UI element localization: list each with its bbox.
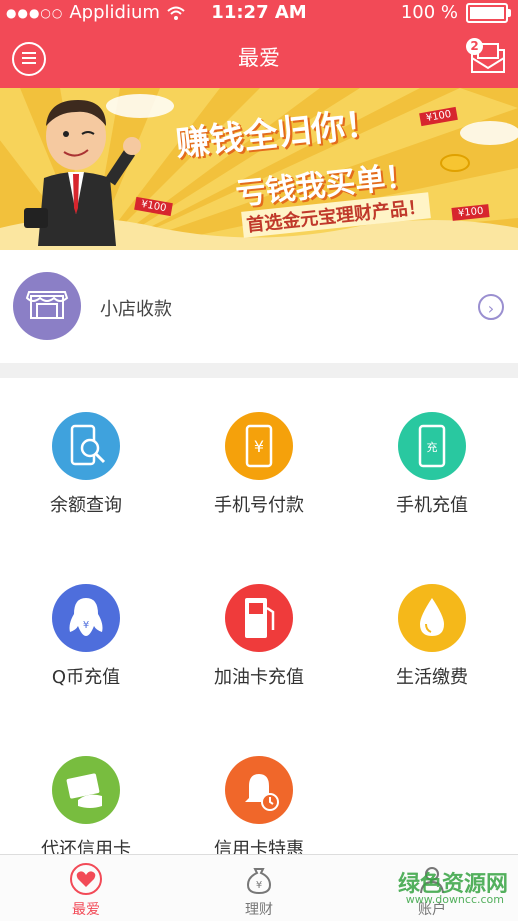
svg-text:¥: ¥ (83, 620, 89, 631)
storefront-icon (25, 291, 69, 319)
chevron-right-icon[interactable]: › (478, 294, 504, 320)
status-bar: ●●●○○ Applidium 11:27 AM 100 % (0, 0, 518, 26)
gold-coins-icon (440, 154, 470, 172)
service-label: 余额查询 (50, 495, 122, 516)
fuel-pump-icon (225, 584, 293, 652)
service-phone-topup[interactable]: 充 手机充值 (346, 378, 518, 550)
service-label: Q币充值 (51, 667, 121, 688)
nav-bar: 最爱 2 (0, 30, 518, 88)
tab-label: 理财 (245, 902, 273, 918)
service-utility-bills[interactable]: 生活缴费 (346, 550, 518, 722)
tab-label: 最爱 (72, 902, 100, 918)
services-grid: 余额查询 ¥ 手机号付款 充 手机充值 ¥ Q币充值 加油卡充值 生活缴费 代还… (0, 378, 518, 860)
water-drop-icon (398, 584, 466, 652)
message-badge: 2 (466, 38, 483, 55)
service-label: 生活缴费 (396, 667, 468, 688)
charge-phone-icon: 充 (398, 412, 466, 480)
messages-button[interactable]: 2 (466, 38, 506, 74)
shop-collection-icon (13, 272, 81, 340)
svg-text:充: 充 (427, 440, 438, 454)
battery-percent: 100 % (400, 2, 458, 23)
businessman-illustration (24, 100, 141, 246)
page-title: 最爱 (238, 46, 280, 70)
card-hand-icon (52, 756, 120, 824)
svg-text:¥: ¥ (254, 437, 264, 456)
service-label: 手机号付款 (214, 495, 304, 516)
bell-clock-icon (225, 756, 293, 824)
service-balance-query[interactable]: 余额查询 (0, 378, 172, 550)
battery-icon (466, 3, 511, 23)
svg-text:¥: ¥ (256, 880, 262, 891)
search-phone-icon (52, 412, 120, 480)
service-fuel-card[interactable]: 加油卡充值 (173, 550, 345, 722)
shop-collection-row[interactable]: 小店收款 › (0, 250, 518, 363)
penguin-icon: ¥ (52, 584, 120, 652)
service-qcoin-topup[interactable]: ¥ Q币充值 (0, 550, 172, 722)
money-bag-icon: ¥ (243, 863, 275, 895)
watermark-url: www.downcc.com (405, 893, 504, 906)
heart-icon (70, 863, 102, 895)
shop-collection-label: 小店收款 (100, 299, 172, 320)
tab-favorites[interactable]: 最爱 (0, 855, 172, 921)
service-phone-pay[interactable]: ¥ 手机号付款 (173, 378, 345, 550)
service-label: 手机充值 (396, 495, 468, 516)
tab-finance[interactable]: ¥ 理财 (173, 855, 345, 921)
yuan-phone-icon: ¥ (225, 412, 293, 480)
top-bar: ●●●○○ Applidium 11:27 AM 100 % 最爱 2 (0, 0, 518, 88)
promo-banner[interactable]: 赚钱全归你！ 亏钱我买单！ 首选金元宝理财产品！ ¥100 ¥100 ¥100 (0, 88, 518, 250)
service-label: 加油卡充值 (214, 667, 304, 688)
